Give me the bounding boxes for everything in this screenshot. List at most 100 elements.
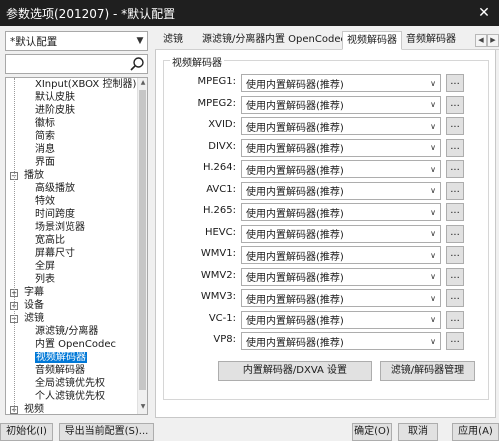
decoder-select[interactable]: 使用内置解码器(推荐) ∨: [241, 332, 441, 350]
decoder-select[interactable]: 使用内置解码器(推荐) ∨: [241, 74, 441, 92]
tree-item[interactable]: 界面: [6, 156, 138, 169]
tab-2[interactable]: 源滤镜/分离器: [198, 31, 269, 50]
tree-group[interactable]: − 播放: [6, 169, 138, 182]
decoder-options-button[interactable]: ...: [446, 224, 464, 243]
decoder-select[interactable]: 使用内置解码器(推荐) ∨: [241, 310, 441, 329]
tree-group[interactable]: + 字幕: [6, 286, 138, 299]
chevron-down-icon: ∨: [430, 143, 436, 152]
tree-item-label: 屏幕尺寸: [35, 248, 75, 259]
decoder-options-button[interactable]: ...: [446, 203, 464, 221]
dxva-settings-button[interactable]: 内置解码器/DXVA 设置: [218, 361, 372, 381]
decoder-select-value: 使用内置解码器(推荐): [246, 230, 344, 241]
close-button[interactable]: ✕: [469, 0, 499, 26]
profile-combo[interactable]: *默认配置 ▼: [5, 31, 148, 51]
decoder-select[interactable]: 使用内置解码器(推荐) ∨: [241, 267, 441, 286]
tree-item-label: XInput(XBOX 控制器): [35, 79, 137, 90]
tree-item-label: 播放: [24, 170, 44, 181]
export-config-button[interactable]: 导出当前配置(S)...: [59, 423, 154, 441]
tree-item[interactable]: 消息: [6, 143, 138, 156]
decoder-label: WMV1:: [200, 248, 236, 259]
search-icon[interactable]: [129, 56, 145, 72]
tab-1[interactable]: 滤镜: [159, 31, 187, 50]
decoder-select[interactable]: 使用内置解码器(推荐) ∨: [241, 138, 441, 157]
decoder-label: MPEG1:: [197, 76, 236, 87]
decoder-options-button[interactable]: ...: [446, 267, 464, 286]
tree-item[interactable]: 宽高比: [6, 234, 138, 247]
decoder-select[interactable]: 使用内置解码器(推荐) ∨: [241, 224, 441, 243]
decoder-options-button[interactable]: ...: [446, 117, 464, 135]
tab-3[interactable]: 内置 OpenCodec: [261, 31, 350, 50]
tree-item[interactable]: 屏幕尺寸: [6, 247, 138, 260]
tree-item[interactable]: XInput(XBOX 控制器): [6, 78, 138, 91]
tree-item[interactable]: 默认皮肤: [6, 91, 138, 104]
decoder-select-value: 使用内置解码器(推荐): [246, 187, 344, 198]
decoder-options-button[interactable]: ...: [446, 181, 464, 200]
decoder-options-button[interactable]: ...: [446, 310, 464, 329]
chevron-down-icon: ∨: [430, 250, 436, 260]
cancel-button[interactable]: 取消: [398, 423, 438, 441]
tab-next-icon[interactable]: ▶: [487, 34, 499, 47]
tree-item[interactable]: 视频解码器: [6, 351, 138, 364]
tree-item-label: 进阶皮肤: [35, 105, 75, 116]
init-button[interactable]: 初始化(I): [0, 423, 53, 441]
decoder-label: WMV3:: [200, 291, 236, 302]
scroll-thumb[interactable]: [139, 90, 146, 390]
tree-item-label: 徽标: [35, 118, 55, 129]
chevron-down-icon: ▼: [136, 36, 144, 46]
decoder-select-value: 使用内置解码器(推荐): [246, 144, 344, 155]
tree-item[interactable]: 音频解码器: [6, 364, 138, 377]
decoder-select[interactable]: 使用内置解码器(推荐) ∨: [241, 246, 441, 264]
tree-item-label: 列表: [35, 274, 55, 285]
tab-4[interactable]: 视频解码器: [342, 31, 402, 50]
decoder-label: VP8:: [213, 334, 236, 345]
decoder-options-button[interactable]: ...: [446, 95, 464, 114]
tree-item[interactable]: 进阶皮肤: [6, 104, 138, 117]
tree-item[interactable]: 徽标: [6, 117, 138, 130]
decoder-select-value: 使用内置解码器(推荐): [246, 337, 344, 349]
tree-item[interactable]: 内置 OpenCodec: [6, 338, 138, 351]
decoder-options-button[interactable]: ...: [446, 74, 464, 92]
decoder-select[interactable]: 使用内置解码器(推荐) ∨: [241, 289, 441, 307]
tree-item[interactable]: 个人滤镜优先权: [6, 390, 138, 403]
tree-group[interactable]: − 滤镜: [6, 312, 138, 325]
decoder-select-value: 使用内置解码器(推荐): [246, 294, 344, 306]
tab-5[interactable]: 音频解码器: [402, 31, 460, 50]
decoder-options-button[interactable]: ...: [446, 138, 464, 157]
filter-manager-button[interactable]: 滤镜/解码器管理: [380, 361, 475, 381]
tree-item[interactable]: 高级播放: [6, 182, 138, 195]
tree-item[interactable]: 时间跨度: [6, 208, 138, 221]
tree-group[interactable]: + 设备: [6, 299, 138, 312]
decoder-select[interactable]: 使用内置解码器(推荐) ∨: [241, 117, 441, 135]
decoder-options-button[interactable]: ...: [446, 332, 464, 350]
decoder-select[interactable]: 使用内置解码器(推荐) ∨: [241, 160, 441, 178]
tree-item[interactable]: 全屏: [6, 260, 138, 273]
decoder-select-value: 使用内置解码器(推荐): [246, 79, 344, 91]
decoder-options-button[interactable]: ...: [446, 289, 464, 307]
chevron-down-icon: ∨: [430, 121, 436, 131]
scroll-up-icon[interactable]: ▲: [138, 79, 147, 89]
decoder-options-button[interactable]: ...: [446, 160, 464, 178]
tree-item[interactable]: 源滤镜/分离器: [6, 325, 138, 338]
tree-item[interactable]: 场景浏览器: [6, 221, 138, 234]
tree-item-label: 字幕: [24, 287, 44, 298]
tree-item[interactable]: 简索: [6, 130, 138, 143]
tree-group[interactable]: + 视频: [6, 403, 138, 414]
tab-prev-icon[interactable]: ◀: [475, 34, 487, 47]
decoder-select[interactable]: 使用内置解码器(推荐) ∨: [241, 95, 441, 114]
decoder-label: AVC1:: [206, 183, 236, 195]
tree-item-label: 音频解码器: [35, 365, 85, 376]
search-input[interactable]: [5, 54, 148, 74]
apply-button[interactable]: 应用(A): [452, 423, 499, 441]
scroll-down-icon[interactable]: ▼: [138, 403, 147, 413]
tree-item[interactable]: 列表: [6, 273, 138, 286]
ok-button[interactable]: 确定(O): [352, 423, 392, 441]
settings-tree[interactable]: XInput(XBOX 控制器) 默认皮肤 进阶皮肤徽标 简索 消息 界面 − 播放 高级播放特…: [5, 77, 148, 415]
tree-item[interactable]: 全局滤镜优先权: [6, 377, 138, 390]
decoder-select-value: 使用内置解码器(推荐): [246, 101, 344, 112]
tree-scrollbar[interactable]: ▲ ▼: [137, 78, 147, 414]
decoder-select[interactable]: 使用内置解码器(推荐) ∨: [241, 181, 441, 200]
tree-item[interactable]: 特效: [6, 195, 138, 208]
tree-item-label: 宽高比: [35, 235, 65, 246]
decoder-options-button[interactable]: ...: [446, 246, 464, 264]
decoder-select[interactable]: 使用内置解码器(推荐) ∨: [241, 203, 441, 221]
